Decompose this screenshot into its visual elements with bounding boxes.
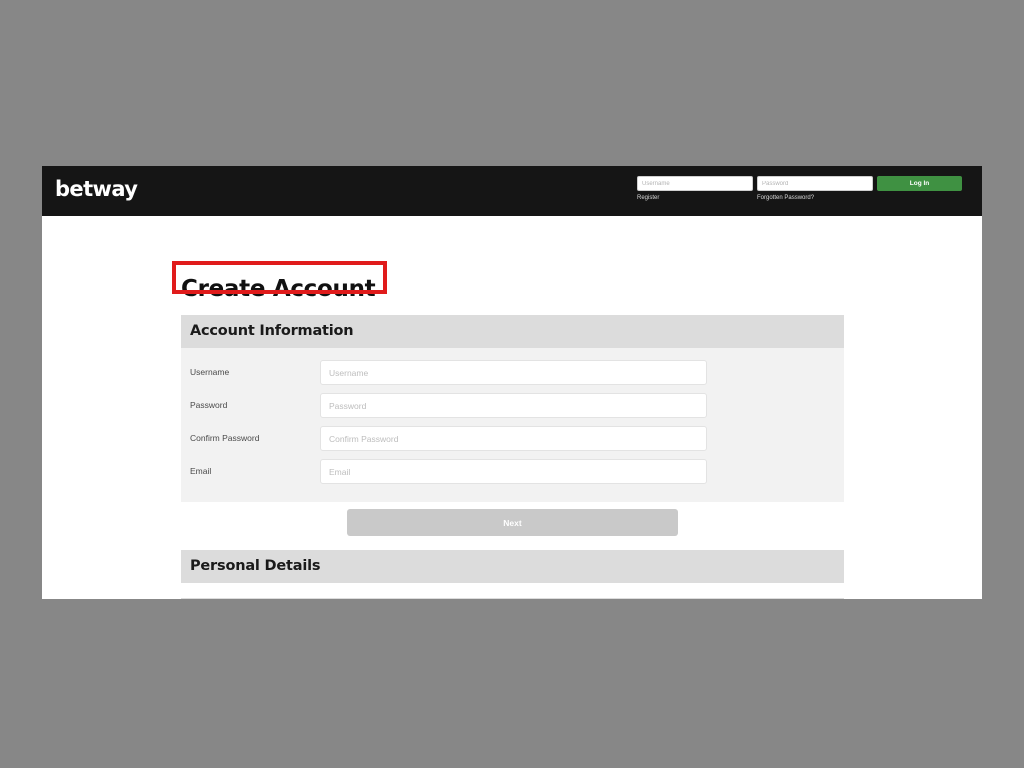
section-header-account-information[interactable]: Account Information (181, 315, 844, 348)
header-password-input[interactable] (757, 176, 873, 191)
label-username: Username (190, 367, 230, 377)
header-login-form: Log In Register Forgotten Password? (637, 176, 969, 208)
page-title: Create Account (181, 276, 376, 303)
header-username-input[interactable] (637, 176, 753, 191)
label-confirm-password: Confirm Password (190, 433, 260, 443)
form-row-confirm-password: Confirm Password (181, 424, 844, 457)
section-contact-details: Contact Details (181, 598, 844, 599)
login-button[interactable]: Log In (877, 176, 962, 191)
confirm-password-input[interactable] (320, 426, 707, 451)
section-header-contact-details[interactable]: Contact Details (181, 598, 844, 599)
email-input[interactable] (320, 459, 707, 484)
label-email: Email (190, 466, 212, 476)
label-password: Password (190, 400, 228, 410)
section-personal-details: Personal Details (181, 550, 844, 583)
form-row-username: Username (181, 358, 844, 391)
password-input[interactable] (320, 393, 707, 418)
section-account-information: Account Information Username Password Co… (181, 315, 844, 502)
register-link[interactable]: Register (637, 195, 659, 201)
site-header: betway Log In Register Forgotten Passwor… (42, 166, 982, 216)
username-input[interactable] (320, 360, 707, 385)
page-body: Create Account Account Information Usern… (42, 216, 982, 599)
account-information-form: Username Password Confirm Password Email (181, 348, 844, 502)
betway-logo[interactable]: betway (55, 177, 138, 201)
forgotten-password-link[interactable]: Forgotten Password? (757, 195, 814, 201)
section-header-personal-details[interactable]: Personal Details (181, 550, 844, 583)
next-button[interactable]: Next (347, 509, 678, 536)
form-row-email: Email (181, 457, 844, 490)
browser-page-viewport: betway Log In Register Forgotten Passwor… (42, 166, 982, 599)
form-row-password: Password (181, 391, 844, 424)
